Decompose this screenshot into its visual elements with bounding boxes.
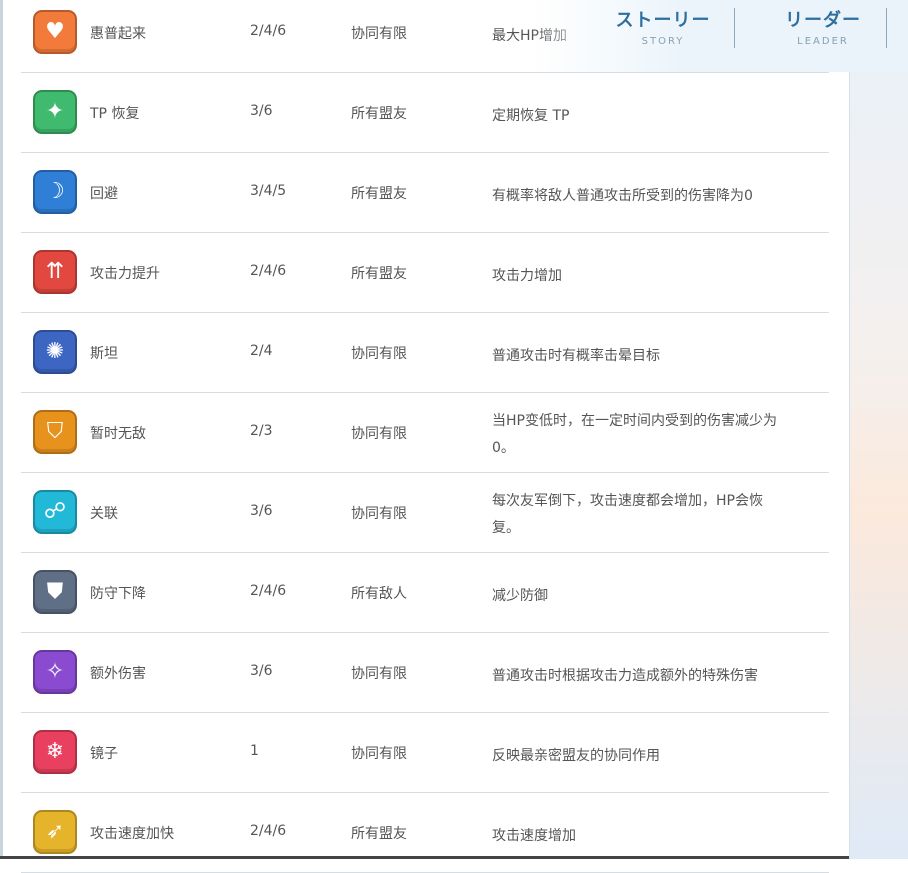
skill-effect-line: 反映最亲密盟友的协同作用 [492,748,660,764]
skill-effect: 减少防御 [492,583,812,610]
skill-target: 所有敌人 [351,586,407,602]
skill-effect-line: 当HP变低时，在一定时间内受到的伤害减少为 [492,413,777,429]
left-border [0,0,3,859]
extra-damage-icon: ✧ [33,650,77,694]
attack-up-icon: ⇈ [33,250,77,294]
skill-effect-line: 定期恢复 TP [492,108,570,124]
link-icon: ☍ [33,490,77,534]
skill-effect: 定期恢复 TP [492,103,812,130]
skill-levels: 3/6 [250,103,273,119]
side-background [849,0,908,859]
skill-effect: 反映最亲密盟友的协同作用 [492,743,812,770]
dodge-icon: ☽ [33,170,77,214]
skill-target: 协同有限 [351,506,407,522]
skill-effect: 有概率将敌人普通攻击所受到的伤害降为0 [492,183,812,210]
skill-effect: 当HP变低时，在一定时间内受到的伤害减少为 0。 [492,408,812,462]
skill-levels: 3/6 [250,663,273,679]
skill-levels: 3/6 [250,503,273,519]
table-row: ⛉ 暂时无敌 2/3 协同有限 当HP变低时，在一定时间内受到的伤害减少为 0。 [21,393,829,473]
skill-target: 协同有限 [351,426,407,442]
nav-leader-sublabel: LEADER [797,36,849,47]
skill-name: 攻击速度加快 [90,826,174,842]
skill-target: 协同有限 [351,26,407,42]
skill-name: 攻击力提升 [90,266,160,282]
skill-target: 所有盟友 [351,826,407,842]
skill-target: 协同有限 [351,346,407,362]
skill-name: 防守下降 [90,586,146,602]
skill-target: 所有盟友 [351,266,407,282]
skill-levels: 2/4/6 [250,823,287,839]
skill-effect-line: 有概率将敌人普通攻击所受到的伤害降为0 [492,188,753,204]
skill-name: 暂时无敌 [90,426,146,442]
skill-effect-line: 每次友军倒下，攻击速度都会增加，HP会恢 [492,493,763,509]
table-row: ✺ 斯坦 2/4 协同有限 普通攻击时有概率击晕目标 [21,313,829,393]
nav-story-sublabel: STORY [641,36,685,47]
skill-levels: 2/4/6 [250,23,287,39]
table-row: ⇈ 攻击力提升 2/4/6 所有盟友 攻击力增加 [21,233,829,313]
skill-target: 所有盟友 [351,106,407,122]
heart-icon: ♥ [33,10,77,54]
skill-effect: 每次友军倒下，攻击速度都会增加，HP会恢 复。 [492,488,812,542]
skill-effect-line: 减少防御 [492,588,548,604]
skill-effect-line: 普通攻击时根据攻击力造成额外的特殊伤害 [492,668,758,684]
skill-name: 斯坦 [90,346,118,362]
skill-levels: 2/4/6 [250,263,287,279]
skill-levels: 2/4 [250,343,273,359]
skill-effect-line: 攻击速度增加 [492,828,576,844]
skill-effect: 攻击速度增加 [492,823,812,850]
table-row: ✧ 额外伤害 3/6 协同有限 普通攻击时根据攻击力造成额外的特殊伤害 [21,633,829,713]
skill-levels: 2/3 [250,423,273,439]
skill-name: 镜子 [90,746,118,762]
skill-effect-line: 攻击力增加 [492,268,562,284]
attack-speed-icon: ➶ [33,810,77,854]
sparkle-up-icon: ✦ [33,90,77,134]
top-navigation: ストーリー STORY リーダー LEADER [530,0,908,72]
skill-levels: 2/4/6 [250,583,287,599]
skill-levels: 3/4/5 [250,183,287,199]
skill-name: TP 恢复 [90,106,140,122]
skill-target: 所有盟友 [351,186,407,202]
table-row: ❄ 镜子 1 协同有限 反映最亲密盟友的协同作用 [21,713,829,793]
nav-story-label: ストーリー [615,10,711,31]
skill-name: 关联 [90,506,118,522]
mirror-icon: ❄ [33,730,77,774]
table-row: ☽ 回避 3/4/5 所有盟友 有概率将敌人普通攻击所受到的伤害降为0 [21,153,829,233]
skill-effect-line: 复。 [492,520,520,536]
skill-levels: 1 [250,743,259,759]
skill-table: ♥惠普起来2/4/6协同有限最大HP增加✦TP 恢复3/6所有盟友定期恢复 TP… [21,0,829,873]
skill-name: 惠普起来 [90,26,146,42]
skill-effect: 攻击力增加 [492,263,812,290]
nav-divider [734,8,735,48]
skill-name: 回避 [90,186,118,202]
skill-effect: 普通攻击时根据攻击力造成额外的特殊伤害 [492,663,812,690]
defense-down-icon: ⛊ [33,570,77,614]
table-row: ⛊ 防守下降 2/4/6 所有敌人 减少防御 [21,553,829,633]
table-row: ☍ 关联 3/6 协同有限 每次友军倒下，攻击速度都会增加，HP会恢 复。 [21,473,829,553]
skill-effect-line: 0。 [492,440,515,456]
nav-leader-label: リーダー [785,10,861,31]
nav-leader-button[interactable]: リーダー LEADER [763,6,883,47]
invincible-icon: ⛉ [33,410,77,454]
nav-story-button[interactable]: ストーリー STORY [603,6,723,47]
skill-target: 协同有限 [351,666,407,682]
skill-name: 额外伤害 [90,666,146,682]
table-row: ✦ TP 恢复 3/6 所有盟友 定期恢复 TP [21,73,829,153]
table-row: ➶ 攻击速度加快 2/4/6 所有盟友 攻击速度增加 [21,793,829,873]
skill-target: 协同有限 [351,746,407,762]
skill-effect-line: 普通攻击时有概率击晕目标 [492,348,660,364]
stun-icon: ✺ [33,330,77,374]
nav-divider [886,8,887,48]
skill-effect: 普通攻击时有概率击晕目标 [492,343,812,370]
